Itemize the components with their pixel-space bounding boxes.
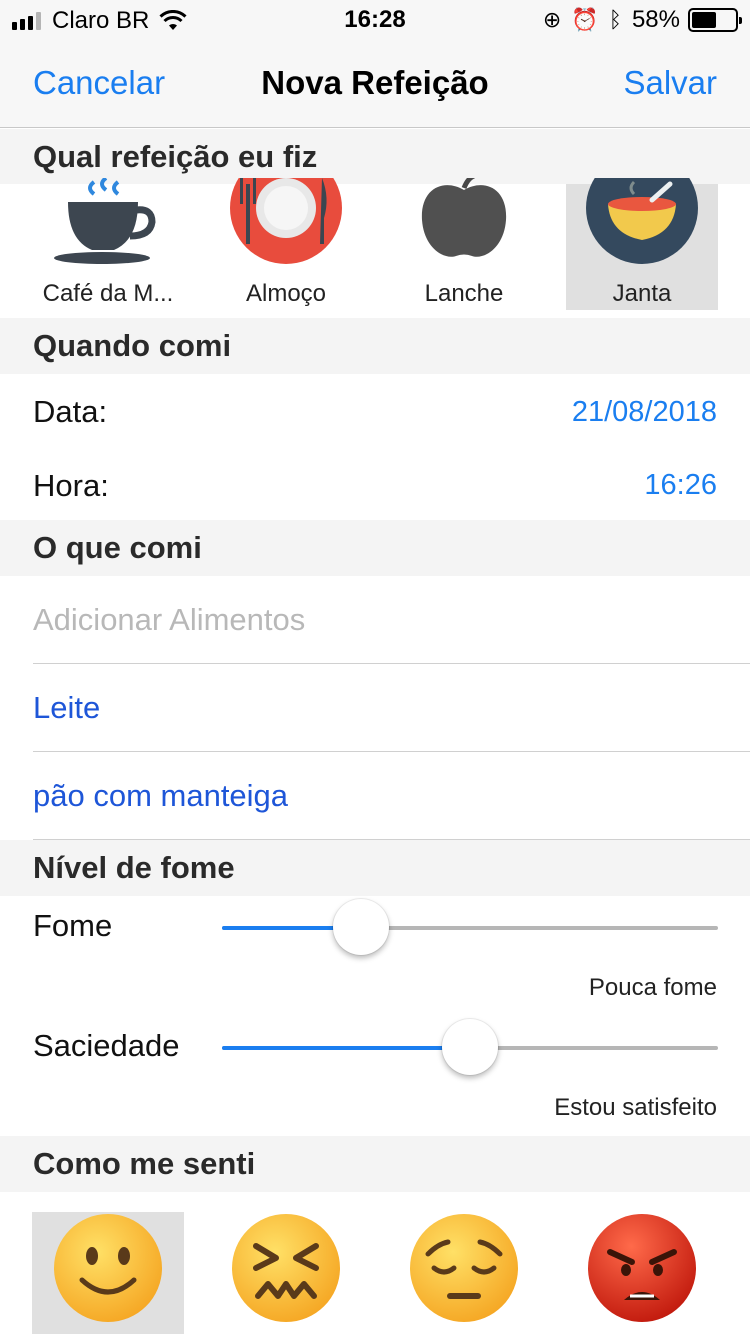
section-header-meal: Qual refeição eu fiz (0, 129, 750, 185)
food-item-row[interactable]: Leite (0, 664, 750, 752)
plate-cutlery-icon (230, 178, 342, 264)
time-value[interactable]: 16:26 (644, 469, 717, 502)
meal-label: Janta (612, 280, 672, 307)
meal-option-almoco[interactable]: Almoço (210, 178, 362, 310)
time-label: Hora: (33, 468, 109, 503)
fome-slider-thumb[interactable] (332, 899, 389, 955)
feeling-option-confounded[interactable] (210, 1212, 362, 1334)
status-right: ⊕ ⏰ ᛒ 58% (542, 6, 742, 34)
section-header-when: Quando comi (0, 318, 750, 374)
saciedade-slider[interactable] (222, 1019, 718, 1075)
navigation-bar: Cancelar Nova Refeição Salvar (0, 40, 750, 128)
status-bar: Claro BR 16:28 ⊕ ⏰ ᛒ 58% (0, 0, 750, 40)
section-header-what: O que comi (0, 520, 750, 576)
add-food-placeholder: Adicionar Alimentos (33, 602, 306, 637)
pensive-face-icon (410, 1214, 518, 1322)
slightly-smiling-face-icon (54, 1214, 162, 1322)
section-title: Como me senti (33, 1146, 256, 1181)
feeling-picker (0, 1192, 750, 1334)
orientation-lock-icon: ⊕ (542, 7, 562, 32)
feeling-option-pensive[interactable] (388, 1212, 540, 1334)
meal-type-picker: Café da M... Almoço Lanche Janta (0, 178, 750, 318)
date-value[interactable]: 21/08/2018 (572, 396, 717, 429)
hunger-sliders: Fome Pouca fome Saciedade Estou satisfei… (0, 896, 750, 1136)
soup-bowl-icon (586, 178, 698, 264)
section-title: Qual refeição eu fiz (33, 139, 318, 174)
fome-caption: Pouca fome (588, 974, 717, 1001)
food-item-label: Leite (33, 690, 101, 725)
date-label: Data: (33, 394, 108, 429)
coffee-cup-icon (54, 178, 156, 264)
meal-option-cafe[interactable]: Café da M... (32, 178, 184, 310)
food-item-label: pão com manteiga (33, 778, 289, 813)
when-rows: Data: 21/08/2018 Hora: 16:26 (0, 374, 750, 520)
section-title: O que comi (33, 530, 202, 565)
fome-label: Fome (33, 908, 113, 943)
saciedade-slider-thumb[interactable] (442, 1019, 498, 1075)
meal-label: Lanche (424, 280, 504, 307)
feeling-option-angry[interactable] (566, 1212, 718, 1334)
meal-option-lanche[interactable]: Lanche (388, 178, 540, 310)
save-button[interactable]: Salvar (623, 64, 717, 102)
battery-percent: 58% (631, 6, 680, 33)
section-header-feeling: Como me senti (0, 1136, 750, 1192)
confounded-face-icon (232, 1214, 340, 1322)
meal-label: Almoço (245, 280, 327, 307)
battery-icon (688, 8, 742, 32)
add-food-input[interactable]: Adicionar Alimentos (0, 576, 750, 664)
feeling-option-happy[interactable] (32, 1212, 184, 1334)
apple-icon (421, 178, 507, 257)
saciedade-label: Saciedade (33, 1028, 180, 1063)
meal-option-janta[interactable]: Janta (566, 178, 718, 310)
fome-slider[interactable] (222, 899, 718, 955)
bluetooth-icon: ᛒ (608, 7, 622, 32)
saciedade-slider-fill (222, 1046, 470, 1050)
angry-face-icon (588, 1214, 696, 1322)
saciedade-caption: Estou satisfeito (554, 1094, 717, 1121)
food-item-row[interactable]: pão com manteiga (0, 752, 750, 840)
meal-label: Café da M... (42, 280, 174, 307)
section-title: Quando comi (33, 328, 232, 363)
section-header-hunger: Nível de fome (0, 840, 750, 896)
section-title: Nível de fome (33, 850, 235, 885)
alarm-icon: ⏰ (571, 7, 599, 32)
